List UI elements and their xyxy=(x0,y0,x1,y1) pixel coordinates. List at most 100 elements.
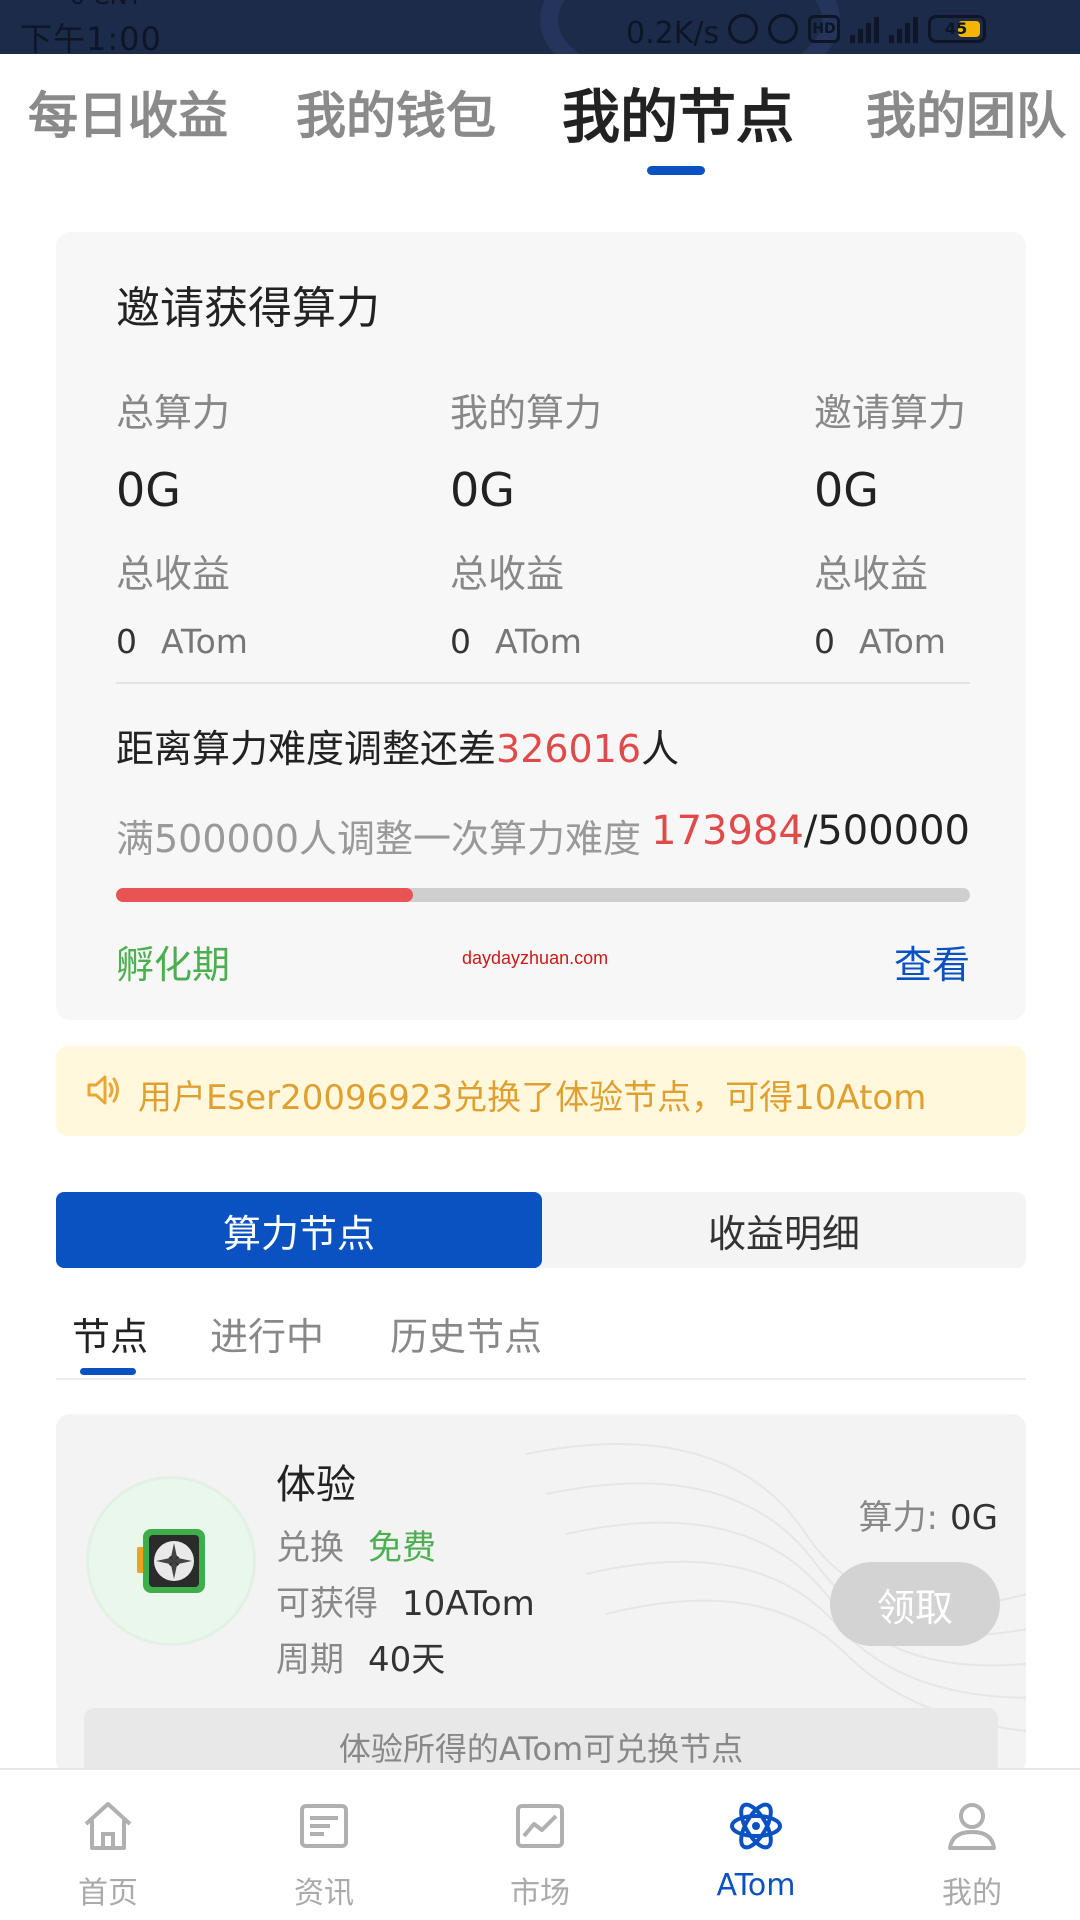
alarm-icon xyxy=(768,14,798,44)
stat-invite-power: 邀请算力 0G 总收益 0 ATom xyxy=(814,382,966,661)
segment-hashpower-nodes[interactable]: 算力节点 xyxy=(56,1192,542,1268)
difficulty-remaining-text: 距离算力难度调整还差326016人 xyxy=(116,718,679,773)
difficulty-progress-bar xyxy=(116,888,970,902)
stat-earn-label: 总收益 xyxy=(116,552,231,596)
stat-value: 0G xyxy=(814,463,879,517)
difficulty-suffix: 人 xyxy=(641,727,680,771)
tab-my-wallet[interactable]: 我的钱包 xyxy=(296,76,496,148)
stat-value: 0G xyxy=(116,463,181,517)
node-exchange-row: 兑换 免费 xyxy=(276,1520,436,1569)
period-value: 40天 xyxy=(368,1640,446,1680)
divider xyxy=(116,682,970,684)
network-speed: 0.2K/s xyxy=(626,16,720,51)
stat-label: 总算力 xyxy=(116,391,231,435)
earn-amount: 0 xyxy=(116,622,137,661)
progress-total: /500000 xyxy=(803,808,970,854)
gain-label: 可获得 xyxy=(276,1584,378,1624)
nav-profile[interactable]: 我的 xyxy=(864,1770,1080,1920)
node-tip: 体验所得的ATom可兑换节点 xyxy=(84,1708,998,1774)
subtab-indicator xyxy=(80,1368,136,1375)
view-link[interactable]: 查看 xyxy=(894,934,970,989)
nav-atom[interactable]: ATom xyxy=(648,1770,864,1920)
nav-label: 首页 xyxy=(78,1876,138,1911)
stat-earn: 0 ATom xyxy=(450,622,602,661)
segmented-control: 算力节点 收益明细 xyxy=(56,1192,1026,1268)
tab-my-nodes[interactable]: 我的节点 xyxy=(562,70,794,154)
node-card: 体验 兑换 免费 可获得 10ATom 周期 40天 算力: 0G 领取 体验所得的AT… xyxy=(56,1414,1026,1774)
subtab-history-nodes[interactable]: 历史节点 xyxy=(390,1306,542,1361)
status-icons: HD 45 xyxy=(728,14,986,44)
stat-value: 0G xyxy=(450,463,515,517)
atom-icon xyxy=(730,1802,782,1850)
tab-my-team[interactable]: 我的团队 xyxy=(866,76,1066,148)
exchange-label: 兑换 xyxy=(276,1528,344,1568)
stat-earn-label: 总收益 xyxy=(814,552,929,596)
battery-level: 45 xyxy=(945,19,968,38)
nav-label: 我的 xyxy=(942,1876,1002,1911)
stat-earn: 0 ATom xyxy=(814,622,966,661)
difficulty-prefix: 距离算力难度调整还差 xyxy=(116,727,497,771)
nav-news[interactable]: 资讯 xyxy=(216,1770,432,1920)
progress-fill xyxy=(116,888,414,902)
bottom-navigation: 首页 资讯 市场 ATom 我的 xyxy=(0,1768,1080,1920)
home-icon xyxy=(84,1802,132,1850)
mute-bell-icon xyxy=(728,14,758,44)
nav-home[interactable]: 首页 xyxy=(0,1770,216,1920)
node-gain-row: 可获得 10ATom xyxy=(276,1576,535,1625)
period-label: 周期 xyxy=(276,1640,344,1680)
market-chart-icon xyxy=(516,1804,564,1848)
claim-button[interactable]: 领取 xyxy=(830,1562,1000,1646)
power-label: 算力: xyxy=(858,1498,939,1538)
progress-current: 173984 xyxy=(651,808,804,854)
progress-ratio: 173984/500000 xyxy=(651,808,970,854)
subtab-nodes[interactable]: 节点 xyxy=(72,1306,148,1361)
stat-label: 邀请算力 xyxy=(814,391,967,435)
card-title: 邀请获得算力 xyxy=(116,283,380,334)
node-icon-wrapper xyxy=(86,1476,256,1646)
stat-earn-label: 总收益 xyxy=(450,552,565,596)
notice-text: 用户Eser20096923兑换了体验节点，可得10Atom xyxy=(138,1078,927,1118)
invite-hashpower-card: 邀请获得算力 总算力 0G 总收益 0 ATom 我的算力 0G 总收益 0 ATo… xyxy=(56,232,1026,1020)
earn-amount: 0 xyxy=(450,622,471,661)
notice-banner: 用户Eser20096923兑换了体验节点，可得10Atom xyxy=(56,1046,1026,1136)
profile-icon xyxy=(948,1803,996,1850)
segment-earnings-details[interactable]: 收益明细 xyxy=(542,1192,1026,1268)
top-tab-bar: 每日收益 我的钱包 我的节点 我的团队 xyxy=(0,54,1080,184)
gain-value: 10ATom xyxy=(402,1584,535,1624)
nav-label: 市场 xyxy=(510,1876,570,1911)
nav-label: 资讯 xyxy=(294,1876,354,1911)
node-power: 算力: 0G xyxy=(859,1490,998,1539)
news-icon xyxy=(300,1804,348,1848)
clipped-balance-text: 0 CNY xyxy=(70,0,142,10)
earn-unit: ATom xyxy=(859,622,946,661)
exchange-value: 免费 xyxy=(368,1528,436,1568)
status-bar: 0 CNY 下午1:00 0.2K/s HD 45 xyxy=(0,0,1080,54)
hd-icon: HD xyxy=(808,15,840,43)
stat-label: 我的算力 xyxy=(450,391,603,435)
nav-label: ATom xyxy=(716,1868,796,1903)
earn-unit: ATom xyxy=(161,622,248,661)
stat-total-power: 总算力 0G 总收益 0 ATom xyxy=(116,382,248,661)
status-time: 下午1:00 xyxy=(20,20,162,54)
node-name: 体验 xyxy=(276,1462,356,1508)
tab-daily-earnings[interactable]: 每日收益 xyxy=(28,76,228,148)
signal-icon xyxy=(889,15,918,43)
battery-icon: 45 xyxy=(928,15,986,43)
stage-label: 孵化期 xyxy=(116,943,231,987)
stat-my-power: 我的算力 0G 总收益 0 ATom xyxy=(450,382,602,661)
active-tab-indicator xyxy=(647,166,705,175)
signal-4g-icon xyxy=(850,15,879,43)
nav-market[interactable]: 市场 xyxy=(432,1770,648,1920)
earn-amount: 0 xyxy=(814,622,835,661)
adjust-rule-text: 满500000人调整一次算力难度 xyxy=(116,817,642,861)
node-period-row: 周期 40天 xyxy=(276,1632,445,1681)
power-value: 0G xyxy=(950,1498,998,1538)
speaker-icon xyxy=(87,1075,119,1105)
difficulty-remaining-count: 326016 xyxy=(496,727,642,771)
earn-unit: ATom xyxy=(495,622,582,661)
subtab-in-progress[interactable]: 进行中 xyxy=(210,1306,324,1361)
watermark-text: daydayzhuan.com xyxy=(462,948,609,968)
node-sub-tabs: 节点 进行中 历史节点 xyxy=(56,1300,1026,1380)
mining-machine-icon xyxy=(137,1529,205,1593)
stat-earn: 0 ATom xyxy=(116,622,248,661)
